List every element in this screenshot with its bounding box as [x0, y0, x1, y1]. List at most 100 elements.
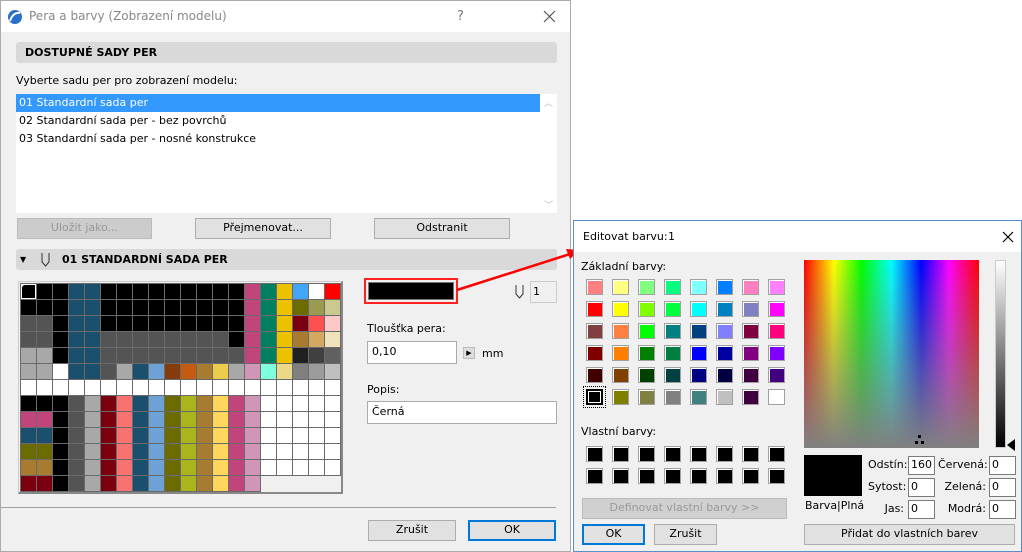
pen-cell[interactable]: [260, 379, 277, 396]
pen-cell[interactable]: [68, 299, 85, 316]
pen-cell[interactable]: [212, 347, 229, 364]
pen-cell[interactable]: [116, 475, 133, 492]
basic-color-swatch[interactable]: [612, 389, 629, 405]
save-as-button[interactable]: Uložit jako...: [17, 218, 152, 239]
pen-cell[interactable]: [164, 331, 181, 348]
pen-cell[interactable]: [260, 283, 277, 300]
pen-cell[interactable]: [244, 347, 261, 364]
basic-color-swatch[interactable]: [664, 345, 681, 361]
pen-cell[interactable]: [20, 315, 37, 332]
close-icon[interactable]: [1002, 231, 1014, 243]
pen-cell[interactable]: [196, 283, 213, 300]
pen-cell[interactable]: [68, 411, 85, 428]
pen-cell[interactable]: [228, 299, 245, 316]
pen-cell[interactable]: [84, 299, 101, 316]
pen-cell[interactable]: [36, 475, 53, 492]
pen-cell[interactable]: [116, 459, 133, 476]
basic-color-swatch[interactable]: [716, 389, 733, 405]
crosshair-icon[interactable]: [915, 435, 924, 444]
delete-button[interactable]: Odstranit: [374, 218, 510, 239]
basic-color-swatch[interactable]: [742, 301, 759, 317]
basic-color-swatch[interactable]: [638, 279, 655, 295]
pen-cell[interactable]: [180, 475, 197, 492]
pen-cell[interactable]: [164, 475, 181, 492]
pen-cell[interactable]: [148, 379, 165, 396]
pen-cell[interactable]: [132, 443, 149, 460]
pen-cell[interactable]: [308, 395, 325, 412]
pen-cell[interactable]: [292, 331, 309, 348]
pen-cell[interactable]: [276, 427, 293, 444]
pen-cell[interactable]: [324, 459, 341, 476]
pen-cell[interactable]: [68, 347, 85, 364]
pen-cell[interactable]: [116, 427, 133, 444]
pen-cell[interactable]: [276, 315, 293, 332]
luminance-slider[interactable]: [995, 260, 1006, 448]
pen-cell[interactable]: [52, 459, 69, 476]
pen-cell[interactable]: [292, 427, 309, 444]
pen-cell[interactable]: [164, 299, 181, 316]
pen-cell[interactable]: [36, 331, 53, 348]
pen-cell[interactable]: [244, 315, 261, 332]
pen-cell[interactable]: [20, 331, 37, 348]
pen-cell[interactable]: [20, 347, 37, 364]
custom-color-swatch[interactable]: [742, 446, 759, 462]
pen-cell[interactable]: [52, 363, 69, 380]
pen-cell[interactable]: [132, 299, 149, 316]
pen-cell[interactable]: [84, 443, 101, 460]
pen-cell[interactable]: [164, 379, 181, 396]
pen-cell[interactable]: [244, 331, 261, 348]
pen-cell[interactable]: [84, 427, 101, 444]
pen-cell[interactable]: [292, 299, 309, 316]
pen-cell[interactable]: [100, 411, 117, 428]
pen-cell[interactable]: [148, 395, 165, 412]
pen-cell[interactable]: [308, 443, 325, 460]
ok-button[interactable]: OK: [468, 520, 556, 541]
pen-cell[interactable]: [84, 411, 101, 428]
pen-cell[interactable]: [20, 459, 37, 476]
pen-cell[interactable]: [244, 299, 261, 316]
pen-cell[interactable]: [324, 443, 341, 460]
list-item[interactable]: 01 Standardní sada per: [16, 94, 540, 112]
pen-cell[interactable]: [244, 411, 261, 428]
pen-cell[interactable]: [52, 411, 69, 428]
pen-cell[interactable]: [196, 347, 213, 364]
pen-cell[interactable]: [180, 379, 197, 396]
pen-cell[interactable]: [292, 283, 309, 300]
pen-cell[interactable]: [52, 427, 69, 444]
pen-cell[interactable]: [244, 379, 261, 396]
pen-cell[interactable]: [260, 427, 277, 444]
collapse-triangle-icon[interactable]: ▼: [20, 249, 26, 270]
basic-color-swatch[interactable]: [664, 323, 681, 339]
pen-cell[interactable]: [260, 411, 277, 428]
pen-cell[interactable]: [276, 363, 293, 380]
custom-color-swatch[interactable]: [638, 446, 655, 462]
basic-color-swatch[interactable]: [742, 279, 759, 295]
description-input[interactable]: Černá: [367, 401, 557, 424]
pen-cell[interactable]: [228, 347, 245, 364]
custom-color-swatch[interactable]: [768, 446, 785, 462]
pen-cell[interactable]: [212, 459, 229, 476]
pen-cell[interactable]: [260, 395, 277, 412]
pen-cell[interactable]: [132, 283, 149, 300]
blue-input[interactable]: 0: [989, 500, 1016, 519]
pen-cell[interactable]: [100, 475, 117, 492]
scroll-down-icon[interactable]: ﹀: [544, 198, 553, 211]
pen-cell[interactable]: [100, 331, 117, 348]
custom-color-swatch[interactable]: [690, 446, 707, 462]
pen-cell[interactable]: [196, 443, 213, 460]
basic-color-swatch[interactable]: [583, 386, 606, 408]
pen-cell[interactable]: [276, 283, 293, 300]
pen-cell[interactable]: [100, 283, 117, 300]
pen-cell[interactable]: [100, 395, 117, 412]
pen-cell[interactable]: [116, 443, 133, 460]
pen-cell[interactable]: [164, 427, 181, 444]
basic-color-swatch[interactable]: [664, 279, 681, 295]
basic-color-swatch[interactable]: [742, 389, 759, 405]
pen-cell[interactable]: [20, 411, 37, 428]
custom-color-swatch[interactable]: [612, 446, 629, 462]
pen-cell[interactable]: [308, 411, 325, 428]
pen-cell[interactable]: [36, 347, 53, 364]
pen-cell[interactable]: [228, 459, 245, 476]
pen-cell[interactable]: [68, 395, 85, 412]
pen-cell[interactable]: [84, 475, 101, 492]
